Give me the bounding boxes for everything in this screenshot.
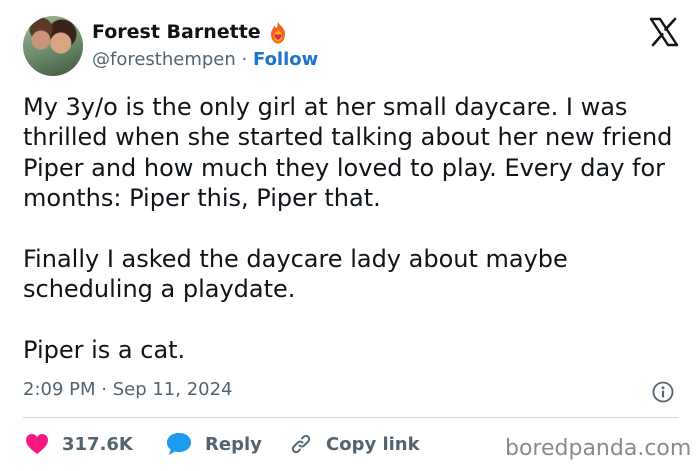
reply-button[interactable]: Reply [166,430,262,458]
flame-heart-icon [271,22,285,44]
copy-link-label: Copy link [326,433,420,455]
follow-button[interactable]: Follow [253,49,318,70]
tweet-timestamp[interactable]: 2:09 PM · Sep 11, 2024 [23,379,233,400]
avatar[interactable] [23,16,83,76]
divider [23,417,679,418]
author-name[interactable]: Forest Barnette [92,21,261,43]
tweet-text: My 3y/o is the only girl at her small da… [23,92,683,366]
handle-separator: · [241,49,248,70]
author-handle[interactable]: @foresthempen [92,49,236,70]
x-logo-icon[interactable] [649,17,679,47]
info-icon[interactable] [652,381,674,403]
like-count: 317.6K [62,433,133,455]
copy-link-button[interactable]: Copy link [289,430,420,458]
like-button[interactable]: 317.6K [25,430,133,458]
speech-bubble-icon [167,433,191,455]
reply-label: Reply [205,433,262,455]
heart-icon [26,434,48,454]
tweet-paragraph: Finally I asked the daycare lady about m… [23,245,568,304]
watermark: boredpanda.com [505,436,692,461]
tweet-paragraph: Piper is a cat. [23,336,186,365]
link-icon [291,434,311,454]
handle-row: @foresthempen · Follow [92,49,318,70]
tweet-paragraph: My 3y/o is the only girl at her small da… [23,93,673,213]
